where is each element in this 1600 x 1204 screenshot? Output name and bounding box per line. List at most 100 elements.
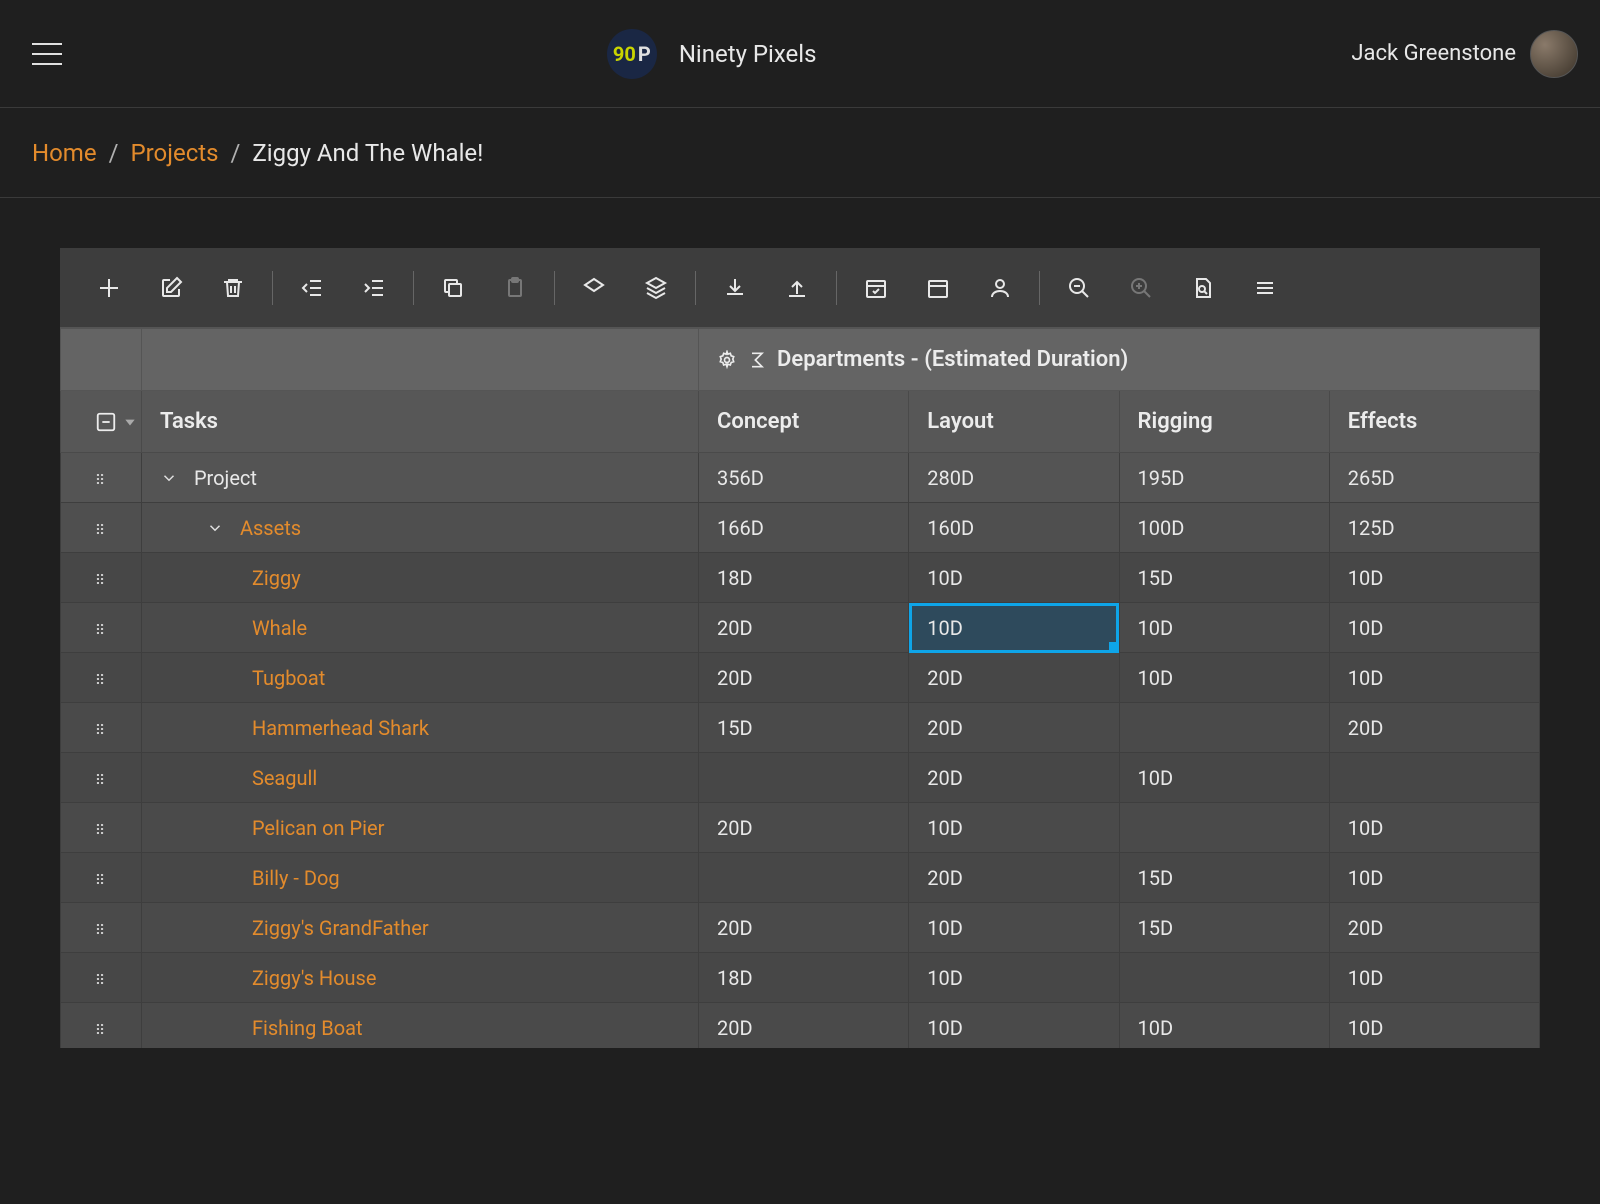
edit-button[interactable] bbox=[147, 264, 195, 312]
task-cell[interactable]: Pelican on Pier bbox=[141, 803, 698, 853]
value-cell[interactable]: 100D bbox=[1119, 503, 1329, 553]
value-cell[interactable]: 20D bbox=[1329, 703, 1539, 753]
brand-name[interactable]: Ninety Pixels bbox=[679, 40, 817, 68]
row-handle[interactable]: ⠿ bbox=[61, 653, 142, 703]
calendar-button[interactable] bbox=[914, 264, 962, 312]
search-file-button[interactable] bbox=[1179, 264, 1227, 312]
task-cell[interactable]: Whale bbox=[141, 603, 698, 653]
layers-button[interactable] bbox=[632, 264, 680, 312]
date-button[interactable] bbox=[852, 264, 900, 312]
value-cell[interactable]: 10D bbox=[1329, 853, 1539, 903]
value-cell[interactable]: 10D bbox=[909, 553, 1119, 603]
value-cell[interactable]: 20D bbox=[909, 753, 1119, 803]
col-rigging-header[interactable]: Rigging bbox=[1119, 391, 1329, 453]
col-effects-header[interactable]: Effects bbox=[1329, 391, 1539, 453]
add-button[interactable] bbox=[85, 264, 133, 312]
value-cell[interactable]: 15D bbox=[1119, 553, 1329, 603]
task-label[interactable]: Fishing Boat bbox=[252, 1016, 363, 1040]
more-button[interactable] bbox=[1241, 264, 1289, 312]
paste-button[interactable] bbox=[491, 264, 539, 312]
gear-icon[interactable] bbox=[717, 350, 737, 370]
task-cell[interactable]: Ziggy's House bbox=[141, 953, 698, 1003]
task-cell[interactable]: Ziggy's GrandFather bbox=[141, 903, 698, 953]
value-cell[interactable]: 20D bbox=[1329, 903, 1539, 953]
value-cell[interactable] bbox=[1119, 703, 1329, 753]
row-handle[interactable]: ⠿ bbox=[61, 503, 142, 553]
value-cell[interactable]: 280D bbox=[909, 453, 1119, 503]
value-cell[interactable]: 10D bbox=[1329, 1003, 1539, 1049]
brand-logo[interactable]: 90P bbox=[607, 29, 657, 79]
value-cell[interactable]: 18D bbox=[699, 953, 909, 1003]
value-cell[interactable]: 20D bbox=[699, 903, 909, 953]
value-cell[interactable]: 20D bbox=[699, 1003, 909, 1049]
row-handle[interactable]: ⠿ bbox=[61, 803, 142, 853]
task-label[interactable]: Assets bbox=[240, 516, 301, 540]
col-layout-header[interactable]: Layout bbox=[909, 391, 1119, 453]
avatar[interactable] bbox=[1530, 30, 1578, 78]
chevron-down-icon[interactable] bbox=[160, 469, 178, 487]
value-cell[interactable]: 10D bbox=[1329, 553, 1539, 603]
value-cell[interactable]: 10D bbox=[1119, 753, 1329, 803]
value-cell[interactable]: 10D bbox=[909, 603, 1119, 653]
value-cell[interactable]: 265D bbox=[1329, 453, 1539, 503]
value-cell[interactable]: 195D bbox=[1119, 453, 1329, 503]
delete-button[interactable] bbox=[209, 264, 257, 312]
value-cell[interactable]: 20D bbox=[699, 603, 909, 653]
value-cell[interactable]: 10D bbox=[909, 953, 1119, 1003]
task-cell[interactable]: Hammerhead Shark bbox=[141, 703, 698, 753]
task-label[interactable]: Hammerhead Shark bbox=[252, 716, 429, 740]
task-label[interactable]: Billy - Dog bbox=[252, 866, 340, 890]
task-label[interactable]: Ziggy bbox=[252, 566, 301, 590]
value-cell[interactable] bbox=[699, 753, 909, 803]
value-cell[interactable]: 10D bbox=[1329, 603, 1539, 653]
value-cell[interactable]: 20D bbox=[909, 653, 1119, 703]
value-cell[interactable]: 10D bbox=[909, 803, 1119, 853]
value-cell[interactable]: 10D bbox=[909, 1003, 1119, 1049]
user-menu[interactable]: Jack Greenstone bbox=[1351, 30, 1578, 78]
zoom-in-button[interactable] bbox=[1117, 264, 1165, 312]
value-cell[interactable]: 15D bbox=[1119, 853, 1329, 903]
value-cell[interactable]: 356D bbox=[699, 453, 909, 503]
value-cell[interactable]: 15D bbox=[1119, 903, 1329, 953]
assign-button[interactable] bbox=[976, 264, 1024, 312]
row-handle[interactable]: ⠿ bbox=[61, 553, 142, 603]
task-label[interactable]: Ziggy's GrandFather bbox=[252, 916, 429, 940]
export-button[interactable] bbox=[773, 264, 821, 312]
dept-header[interactable]: Departments - (Estimated Duration) bbox=[699, 329, 1540, 391]
value-cell[interactable]: 18D bbox=[699, 553, 909, 603]
task-cell[interactable]: Seagull bbox=[141, 753, 698, 803]
breadcrumb-home[interactable]: Home bbox=[32, 139, 97, 167]
task-label[interactable]: Seagull bbox=[252, 766, 317, 790]
value-cell[interactable]: 20D bbox=[909, 703, 1119, 753]
row-handle[interactable]: ⠿ bbox=[61, 953, 142, 1003]
task-cell[interactable]: Fishing Boat bbox=[141, 1003, 698, 1049]
row-handle[interactable]: ⠿ bbox=[61, 453, 142, 503]
col-tasks-header[interactable]: Tasks bbox=[141, 391, 698, 453]
row-handle[interactable]: ⠿ bbox=[61, 703, 142, 753]
value-cell[interactable] bbox=[1329, 753, 1539, 803]
value-cell[interactable]: 10D bbox=[1329, 653, 1539, 703]
table-scroll[interactable]: Departments - (Estimated Duration) Tasks… bbox=[60, 328, 1540, 1048]
col-concept-header[interactable]: Concept bbox=[699, 391, 909, 453]
layer-button[interactable] bbox=[570, 264, 618, 312]
task-label[interactable]: Tugboat bbox=[252, 666, 325, 690]
value-cell[interactable]: 160D bbox=[909, 503, 1119, 553]
value-cell[interactable]: 10D bbox=[1329, 803, 1539, 853]
value-cell[interactable]: 20D bbox=[909, 853, 1119, 903]
breadcrumb-projects[interactable]: Projects bbox=[131, 139, 219, 167]
value-cell[interactable] bbox=[699, 853, 909, 903]
row-handle[interactable]: ⠿ bbox=[61, 853, 142, 903]
value-cell[interactable]: 10D bbox=[1119, 1003, 1329, 1049]
value-cell[interactable]: 10D bbox=[1329, 953, 1539, 1003]
copy-button[interactable] bbox=[429, 264, 477, 312]
row-handle[interactable]: ⠿ bbox=[61, 1003, 142, 1049]
value-cell[interactable]: 20D bbox=[699, 653, 909, 703]
row-handle[interactable]: ⠿ bbox=[61, 603, 142, 653]
task-label[interactable]: Ziggy's House bbox=[252, 966, 377, 990]
value-cell[interactable]: 10D bbox=[1119, 603, 1329, 653]
task-cell[interactable]: Project bbox=[141, 453, 698, 503]
task-cell[interactable]: Tugboat bbox=[141, 653, 698, 703]
outdent-button[interactable] bbox=[288, 264, 336, 312]
indent-button[interactable] bbox=[350, 264, 398, 312]
menu-toggle[interactable] bbox=[22, 33, 72, 75]
